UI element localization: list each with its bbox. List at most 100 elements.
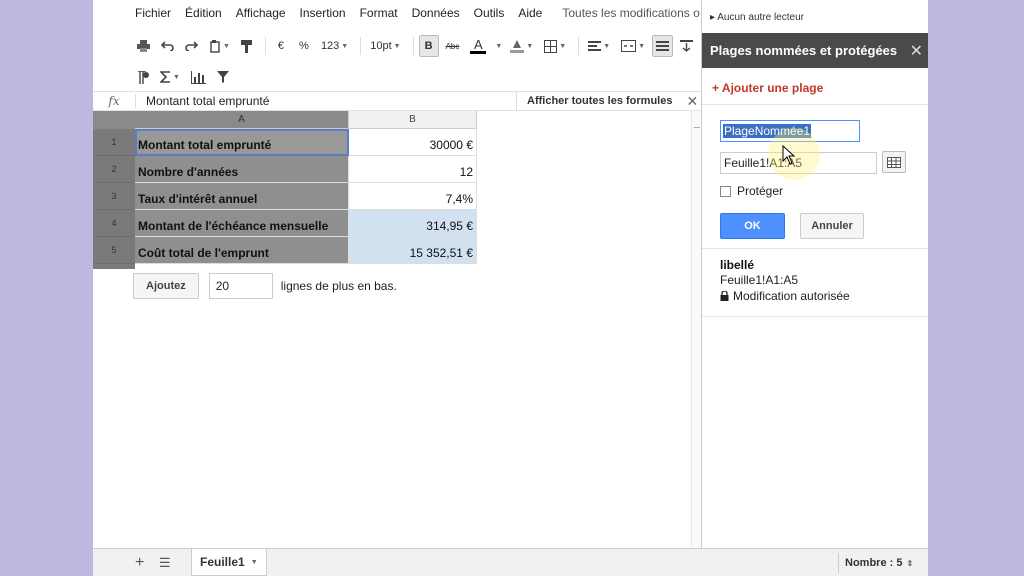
filter-icon[interactable] <box>213 66 233 88</box>
named-range-item[interactable]: libellé Feuille1!A1:A5 Modification auto… <box>720 258 850 303</box>
protect-checkbox[interactable] <box>720 185 731 197</box>
font-size-select[interactable]: 10pt ▼ <box>366 35 404 57</box>
chevron-down-icon: ▼ <box>173 73 180 81</box>
viewers-status: ▸ Aucun autre lecteur <box>710 12 804 23</box>
select-all-corner[interactable] <box>93 111 135 129</box>
add-rows-button[interactable]: Ajoutez <box>133 273 199 299</box>
strikethrough-label: Abc <box>445 41 460 51</box>
undo-icon[interactable] <box>157 35 178 57</box>
text-color-label: A <box>474 36 483 52</box>
toolbar-divider <box>412 37 414 55</box>
toolbar-divider <box>264 37 266 55</box>
merge-cells-icon[interactable]: ▼ <box>617 35 649 57</box>
row-header-4[interactable]: 4 <box>93 210 135 237</box>
text-color-button[interactable]: A <box>466 35 490 57</box>
named-range-reference: Feuille1!A1:A5 <box>720 273 799 287</box>
sheet-list-icon[interactable]: ☰ <box>159 555 171 571</box>
menu-affichage[interactable]: Affichage <box>236 6 286 20</box>
vertical-align-icon[interactable] <box>676 35 697 57</box>
ok-button[interactable]: OK <box>720 213 785 239</box>
cell-b4[interactable]: 314,95 € <box>349 210 477 237</box>
menu-fichier[interactable]: Fichier <box>135 6 171 20</box>
ltr-icon[interactable] <box>133 66 153 88</box>
menu-outils[interactable]: Outils <box>474 6 505 20</box>
spreadsheet-app: Fichier Édition Affichage Insertion Form… <box>93 0 928 576</box>
fill-color-icon[interactable]: ▼ <box>506 35 537 57</box>
formula-divider <box>135 94 136 108</box>
panel-divider <box>702 316 928 317</box>
cell-a1[interactable]: Montant total emprunté <box>135 129 349 156</box>
vertical-scrollbar[interactable] <box>691 111 701 548</box>
row-header-3[interactable]: 3 <box>93 183 135 210</box>
named-ranges-panel: ▸ Aucun autre lecteur Plages nommées et … <box>701 0 928 548</box>
column-header-b[interactable]: B <box>349 111 477 129</box>
number-format-label: 123 <box>320 40 340 52</box>
cell-a5[interactable]: Coût total de l'emprunt <box>135 237 349 264</box>
menu-insertion[interactable]: Insertion <box>300 6 346 20</box>
cell-a3[interactable]: Taux d'intérêt annuel <box>135 183 349 210</box>
bold-button[interactable]: B <box>418 35 439 57</box>
sheet-tab-feuille1[interactable]: Feuille1 ▼ <box>191 549 267 576</box>
chevron-down-icon: ▼ <box>341 42 349 50</box>
chevron-down-icon[interactable]: ▼ <box>495 43 502 50</box>
protect-option[interactable]: Protéger <box>720 184 783 198</box>
named-range-name: libellé <box>720 258 755 272</box>
row-header-5[interactable]: 5 <box>93 237 135 264</box>
paint-format-icon[interactable] <box>237 35 257 57</box>
menu-bar: Fichier Édition Affichage Insertion Form… <box>93 0 703 26</box>
cell-a2[interactable]: Nombre d'années <box>135 156 349 183</box>
chevron-down-icon: ▼ <box>526 42 534 50</box>
align-left-icon[interactable]: ▼ <box>584 35 614 57</box>
wrap-text-icon[interactable] <box>652 35 674 57</box>
add-sheet-icon[interactable]: + <box>135 554 144 572</box>
number-format-button[interactable]: 123 ▼ <box>317 35 352 57</box>
menu-edition[interactable]: Édition <box>185 6 222 20</box>
column-header-a[interactable]: A <box>135 111 349 129</box>
menu-aide[interactable]: Aide <box>518 6 542 20</box>
show-all-formulas-link[interactable]: Afficher toutes les formules <box>516 92 672 110</box>
chevron-down-icon: ▼ <box>638 42 646 50</box>
borders-icon[interactable]: ▼ <box>540 35 570 57</box>
menu-format[interactable]: Format <box>360 6 398 20</box>
fx-icon: fx <box>108 94 120 108</box>
toolbar: ▼ € % 123 ▼ 10pt ▼ B Abc A ▼ ▼ ▼ ▼ ▼ ▼ <box>93 33 716 91</box>
sheet-tabs-bar: + ☰ Feuille1 ▼ Nombre : 5 ⇕ <box>93 548 928 576</box>
summary-count[interactable]: Nombre : 5 ⇕ <box>838 553 919 573</box>
menu-donnees[interactable]: Données <box>412 6 460 20</box>
panel-divider <box>702 248 928 249</box>
close-icon[interactable]: ✕ <box>686 93 698 110</box>
percent-button[interactable]: % <box>294 35 314 57</box>
font-size-label: 10pt <box>370 40 392 52</box>
currency-button[interactable]: € <box>271 35 291 57</box>
chevron-updown-icon: ⇕ <box>906 558 914 568</box>
protect-label: Protéger <box>737 184 784 198</box>
cell-a4[interactable]: Montant de l'échéance mensuelle <box>135 210 349 237</box>
cell-b5[interactable]: 15 352,51 € <box>349 237 477 264</box>
add-range-link[interactable]: + Ajouter une plage <box>712 81 823 95</box>
sum-icon[interactable]: ▼ <box>156 66 184 88</box>
row-header-1[interactable]: 1 <box>93 129 135 156</box>
cell-b1[interactable]: 30000 € <box>349 129 477 156</box>
paint-bucket-icon[interactable]: ▼ <box>205 35 234 57</box>
chart-icon[interactable] <box>187 66 210 88</box>
cell-b2[interactable]: 12 <box>349 156 477 183</box>
toolbar-row-1: ▼ € % 123 ▼ 10pt ▼ B Abc A ▼ ▼ ▼ ▼ ▼ <box>133 33 723 59</box>
toolbar-divider <box>360 37 362 55</box>
grid-icon <box>887 156 901 168</box>
cell-b3[interactable]: 7,4% <box>349 183 477 210</box>
add-rows-bar: Ajoutez 20 lignes de plus en bas. <box>133 273 397 299</box>
mouse-cursor-icon <box>782 145 796 165</box>
cancel-button[interactable]: Annuler <box>800 213 864 239</box>
add-rows-count-input[interactable]: 20 <box>208 273 273 299</box>
redo-icon[interactable] <box>181 35 202 57</box>
chevron-down-icon: ▼ <box>223 42 230 50</box>
formula-input[interactable]: Montant total emprunté <box>146 94 516 108</box>
print-icon[interactable] <box>133 35 154 57</box>
summary-count-label: Nombre : 5 <box>845 557 903 569</box>
close-icon[interactable]: ✕ <box>910 41 923 61</box>
row-header-2[interactable]: 2 <box>93 156 135 183</box>
select-range-button[interactable] <box>882 151 906 173</box>
strikethrough-button[interactable]: Abc <box>442 35 464 57</box>
viewers-area: ▸ Aucun autre lecteur <box>702 0 928 33</box>
toolbar-divider <box>578 37 580 55</box>
